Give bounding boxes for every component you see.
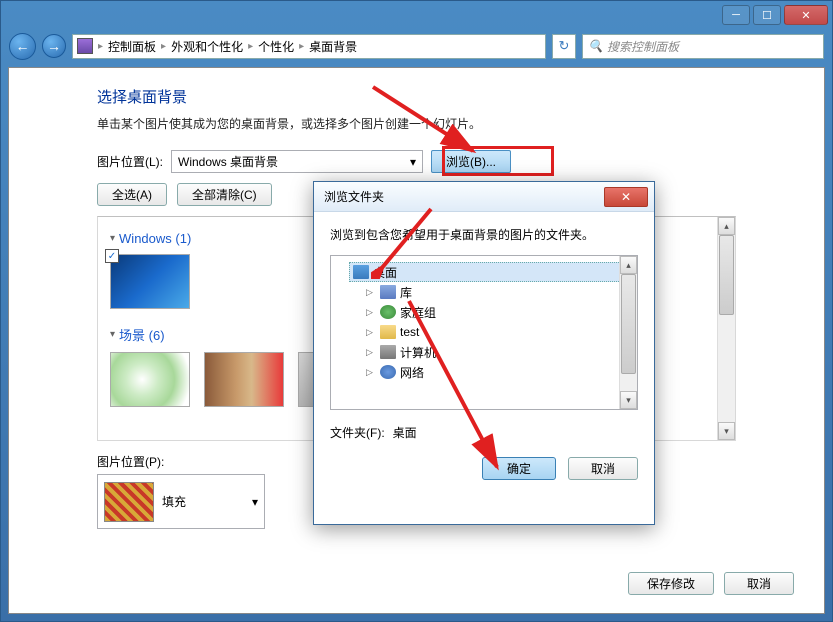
- clear-all-button[interactable]: 全部清除(C): [177, 183, 272, 206]
- save-changes-button[interactable]: 保存修改: [628, 572, 714, 595]
- back-button[interactable]: ←: [9, 33, 36, 60]
- footer-buttons: 保存修改 取消: [628, 572, 794, 595]
- scroll-down-button[interactable]: ▾: [718, 422, 735, 440]
- control-panel-window: ─ ☐ ✕ ← → ▸ 控制面板 ▸ 外观和个性化 ▸ 个性化 ▸ 桌面背景 ↻…: [0, 0, 833, 622]
- tree-item-desktop[interactable]: 桌面: [349, 262, 633, 282]
- breadcrumb-sep: ▸: [245, 41, 256, 52]
- dialog-instruction: 浏览到包含您希望用于桌面背景的图片的文件夹。: [330, 226, 638, 243]
- control-panel-icon: [77, 38, 93, 54]
- minimize-button[interactable]: ─: [722, 5, 750, 25]
- tree-item-libraries[interactable]: ▷ 库: [363, 282, 633, 302]
- refresh-button[interactable]: ↻: [552, 34, 576, 59]
- scroll-thumb[interactable]: [621, 274, 636, 374]
- breadcrumb-sep: ▸: [296, 41, 307, 52]
- computer-icon: [380, 345, 396, 359]
- close-button[interactable]: ✕: [784, 5, 828, 25]
- forward-button[interactable]: →: [42, 34, 66, 58]
- browse-folder-dialog: 浏览文件夹 ✕ 浏览到包含您希望用于桌面背景的图片的文件夹。 桌面 ▷ 库 ▷ …: [313, 181, 655, 525]
- libraries-icon: [380, 285, 396, 299]
- expand-icon: ▷: [366, 287, 376, 298]
- page-title: 选择桌面背景: [97, 86, 824, 107]
- expand-icon: ▷: [366, 327, 376, 338]
- breadcrumb-sep: ▸: [158, 41, 169, 52]
- scroll-up-button[interactable]: ▴: [620, 256, 637, 274]
- search-icon: 🔍: [588, 39, 603, 53]
- browse-button[interactable]: 浏览(B)...: [431, 150, 511, 173]
- dialog-close-button[interactable]: ✕: [604, 187, 648, 207]
- tree-scrollbar[interactable]: ▴ ▾: [619, 256, 637, 409]
- cancel-button[interactable]: 取消: [724, 572, 794, 595]
- wallpaper-thumb[interactable]: [204, 352, 284, 407]
- nav-bar: ← → ▸ 控制面板 ▸ 外观和个性化 ▸ 个性化 ▸ 桌面背景 ↻ 🔍 搜索控…: [1, 29, 832, 63]
- picture-position-dropdown[interactable]: 填充 ▾: [97, 474, 265, 529]
- search-input[interactable]: 🔍 搜索控制面板: [582, 34, 824, 59]
- breadcrumb-item[interactable]: 桌面背景: [309, 38, 357, 55]
- search-placeholder: 搜索控制面板: [607, 38, 679, 55]
- expand-icon: ▷: [366, 307, 376, 318]
- folder-label: 文件夹(F):: [330, 424, 385, 441]
- folder-value: 桌面: [393, 424, 417, 441]
- folder-name-row: 文件夹(F): 桌面: [330, 424, 638, 441]
- breadcrumb-item[interactable]: 个性化: [258, 38, 294, 55]
- titlebar: ─ ☐ ✕: [1, 1, 832, 29]
- watermark: 木星教程网: [334, 551, 499, 595]
- scroll-up-button[interactable]: ▴: [718, 217, 735, 235]
- expand-icon: ▷: [366, 347, 376, 358]
- select-all-button[interactable]: 全选(A): [97, 183, 167, 206]
- scroll-thumb[interactable]: [719, 235, 734, 315]
- breadcrumb-sep: ▸: [95, 41, 106, 52]
- picture-location-label: 图片位置(L):: [97, 153, 163, 170]
- scrollbar[interactable]: ▴ ▾: [717, 217, 735, 440]
- page-description: 单击某个图片使其成为您的桌面背景，或选择多个图片创建一个幻灯片。: [97, 115, 824, 132]
- maximize-button[interactable]: ☐: [753, 5, 781, 25]
- expand-icon: ▷: [366, 367, 376, 378]
- picture-location-dropdown[interactable]: Windows 桌面背景▾: [171, 150, 423, 173]
- desktop-icon: [353, 265, 369, 279]
- tree-item-network[interactable]: ▷ 网络: [363, 362, 633, 382]
- tree-item-computer[interactable]: ▷ 计算机: [363, 342, 633, 362]
- breadcrumb-item[interactable]: 外观和个性化: [171, 38, 243, 55]
- network-icon: [380, 365, 396, 379]
- address-bar[interactable]: ▸ 控制面板 ▸ 外观和个性化 ▸ 个性化 ▸ 桌面背景: [72, 34, 546, 59]
- chevron-down-icon: ▾: [410, 155, 416, 169]
- collapse-icon: ▾: [110, 233, 115, 244]
- folder-tree[interactable]: 桌面 ▷ 库 ▷ 家庭组 ▷ test ▷: [330, 255, 638, 410]
- folder-icon: [380, 325, 396, 339]
- dialog-title: 浏览文件夹: [324, 188, 384, 205]
- fill-preview-icon: [104, 482, 154, 522]
- picture-position-label: 图片位置(P):: [97, 453, 164, 470]
- wallpaper-thumb-windows[interactable]: ✓: [110, 254, 190, 309]
- breadcrumb-root[interactable]: 控制面板: [108, 38, 156, 55]
- tree-item-test[interactable]: ▷ test: [363, 322, 633, 342]
- ok-button[interactable]: 确定: [482, 457, 556, 480]
- wallpaper-thumb[interactable]: [110, 352, 190, 407]
- scroll-down-button[interactable]: ▾: [620, 391, 637, 409]
- homegroup-icon: [380, 305, 396, 319]
- thumb-checkbox[interactable]: ✓: [105, 249, 119, 263]
- collapse-icon: ▾: [110, 329, 115, 340]
- picture-location-row: 图片位置(L): Windows 桌面背景▾ 浏览(B)...: [97, 150, 824, 173]
- tree-item-homegroup[interactable]: ▷ 家庭组: [363, 302, 633, 322]
- chevron-down-icon: ▾: [252, 495, 258, 509]
- dialog-cancel-button[interactable]: 取消: [568, 457, 638, 480]
- dialog-titlebar: 浏览文件夹 ✕: [314, 182, 654, 212]
